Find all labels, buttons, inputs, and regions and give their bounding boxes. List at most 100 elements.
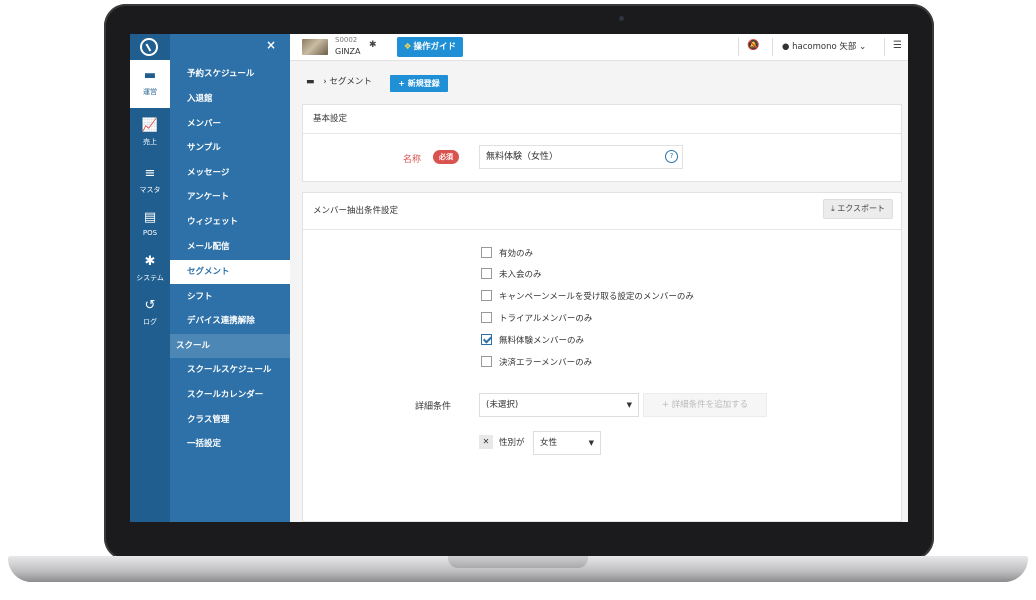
operation-icon[interactable]: ▬ [306,77,315,87]
name-label: 名称 [403,155,422,165]
sidebar-menu: × 予約スケジュール 入退館 メンバー サンプル メッセージ アンケート ウィジ… [170,34,290,522]
menu-item[interactable]: スクールカレンダー [170,383,290,407]
select-value: (未選択) [486,400,519,410]
logo-icon[interactable] [140,38,158,56]
database-icon: ≡ [144,166,156,181]
checkbox[interactable] [481,290,492,301]
checkbox-row[interactable]: 未入会のみ [481,268,542,282]
checkbox-row[interactable]: キャンペーンメールを受け取る設定のメンバーのみ [481,290,694,304]
rail-label: システム [136,274,164,282]
checkbox-row[interactable]: 決済エラーメンバーのみ [481,356,592,370]
chevron-down-icon: ⌄ [859,42,867,52]
checkbox-row[interactable]: 無料体験メンバーのみ [481,334,584,348]
menu-item[interactable]: メッセージ [170,161,290,185]
menu-item[interactable]: ウィジェット [170,210,290,234]
menu-item-segment[interactable]: セグメント [170,260,290,284]
history-icon: ↺ [144,298,156,313]
close-icon[interactable]: × [266,38,276,52]
menu-item[interactable]: メール配信 [170,235,290,259]
user-icon: ● [782,42,790,52]
store-name[interactable]: GINZA [335,47,361,56]
checkbox[interactable] [481,312,492,323]
rail-item-master[interactable]: ≡ マスタ [130,158,170,206]
register-icon: ▤ [143,210,157,225]
breadcrumb-current: セグメント [329,77,372,87]
name-input[interactable]: 無料体験（女性） ? [479,145,683,169]
checkbox-label: 決済エラーメンバーのみ [499,358,593,368]
help-icon[interactable]: ? [665,150,678,163]
required-badge: 必須 [433,150,459,164]
menu-item[interactable]: 入退館 [170,87,290,111]
download-icon: ⤓ [831,204,835,213]
name-value: 無料体験（女性） [486,152,559,162]
panel-heading: メンバー抽出条件設定 [303,193,901,230]
menu-item[interactable]: 一括設定 [170,432,290,456]
bell-off-icon[interactable]: 🔕 [747,40,759,51]
divider [772,38,773,56]
chart-icon: 📈 [141,118,159,133]
checkbox-label: トライアルメンバーのみ [499,314,593,324]
rail-item-sales[interactable]: 📈 売上 [130,110,170,158]
app-screen: ▬ 運営 📈 売上 ≡ マスタ ▤ POS ✱ システム ↺ ログ × 予約スケ… [130,34,908,522]
checkbox[interactable] [481,268,492,279]
select-value: 女性 [540,438,558,448]
rail-item-pos[interactable]: ▤ POS [130,202,170,250]
rail-label: POS [142,229,158,237]
checkbox[interactable] [481,247,492,258]
checkbox-label: 有効のみ [499,249,534,259]
remove-condition-button[interactable]: ✕ [479,435,493,449]
rail-item-log[interactable]: ↺ ログ [130,290,170,338]
operation-icon: ▬ [143,68,157,83]
checkbox-label: 未入会のみ [499,270,542,280]
chevron-down-icon: ▼ [588,439,594,447]
menu-item[interactable]: 予約スケジュール [170,62,290,86]
gear-icon: ✱ [144,254,156,269]
breadcrumb: ▬ › セグメント [306,75,372,87]
plus-icon: + [398,79,405,88]
chevron-down-icon: ▼ [626,401,632,409]
guide-label: 操作ガイド [413,42,457,52]
export-button[interactable]: ⤓ エクスポート [823,199,893,219]
checkbox-label: キャンペーンメールを受け取る設定のメンバーのみ [499,292,694,302]
detail-condition-select[interactable]: (未選択) ▼ [479,393,639,417]
checkbox[interactable] [481,356,492,367]
top-bar: S0002 GINZA ✱ ❖ 操作ガイド 🔕 ● hacomono 矢部 ⌄ ☰ [290,34,908,61]
menu-item[interactable]: サンプル [170,136,290,160]
panel-heading: 基本設定 [303,105,901,134]
basic-settings-panel: 基本設定 名称 必須 無料体験（女性） ? [302,104,902,182]
condition-label: 性別が [499,438,525,448]
camera [619,16,624,21]
rail-label: ログ [143,318,157,326]
menu-section-school[interactable]: スクール [170,334,290,358]
checkbox-row[interactable]: 有効のみ [481,247,533,261]
checkbox-checked[interactable] [481,334,492,345]
chevron-right-icon: › [323,77,327,87]
menu-icon[interactable]: ☰ [893,40,902,51]
user-menu[interactable]: ● hacomono 矢部 ⌄ [782,40,866,52]
store-code: S0002 [335,36,358,44]
laptop-notch [448,556,588,568]
rail-label: 運営 [143,88,157,96]
divider [738,38,739,56]
menu-item[interactable]: クラス管理 [170,408,290,432]
rail-item-system[interactable]: ✱ システム [130,246,170,294]
menu-item[interactable]: シフト [170,285,290,309]
menu-item[interactable]: スクールスケジュール [170,358,290,382]
add-condition-button[interactable]: + 詳細条件を追加する [643,393,767,417]
beginner-mark-icon: ❖ [403,42,412,52]
menu-item[interactable]: デバイス連携解除 [170,309,290,333]
rail-item-operation[interactable]: ▬ 運営 [130,60,170,108]
divider [884,38,885,56]
export-label: エクスポート [837,204,885,213]
checkbox-label: 無料体験メンバーのみ [499,336,585,346]
gear-icon[interactable]: ✱ [369,40,377,50]
gender-select[interactable]: 女性 ▼ [533,431,601,455]
icon-rail: ▬ 運営 📈 売上 ≡ マスタ ▤ POS ✱ システム ↺ ログ [130,34,170,522]
new-register-label: 新規登録 [407,79,440,88]
menu-item[interactable]: メンバー [170,112,290,136]
guide-button[interactable]: ❖ 操作ガイド [397,37,463,57]
checkbox-row[interactable]: トライアルメンバーのみ [481,312,592,326]
rail-label: 売上 [143,138,157,146]
new-register-button[interactable]: + 新規登録 [390,75,448,92]
menu-item[interactable]: アンケート [170,185,290,209]
